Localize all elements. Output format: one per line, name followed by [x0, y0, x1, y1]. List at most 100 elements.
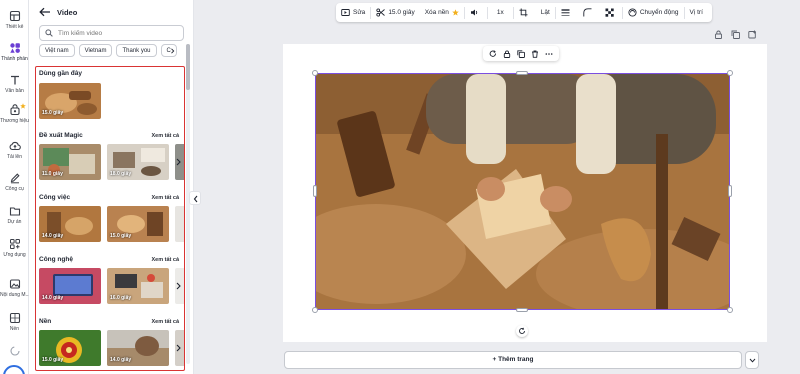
left-rail: Thiết kế Thành phần Văn bản Thương hiệu … — [0, 0, 29, 374]
see-all-link[interactable]: Xem tất cả — [151, 133, 179, 139]
premium-star-icon — [452, 9, 459, 16]
rail-label: Thương hiệu — [0, 118, 29, 124]
selected-video-element[interactable] — [315, 73, 730, 310]
duplicate-icon[interactable] — [517, 49, 525, 58]
suggestion-chips: Việt nam Vietnam Thank you C — [39, 44, 184, 58]
rail-label: Nội dung M... — [0, 292, 29, 298]
scrollbar-thumb[interactable] — [186, 44, 190, 90]
add-page-options-button[interactable] — [745, 351, 759, 369]
see-all-link[interactable]: Xem tất cả — [151, 319, 179, 325]
rail-item-more[interactable] — [0, 345, 29, 357]
video-thumb[interactable]: 11.0 giây — [39, 144, 101, 180]
resize-handle[interactable] — [312, 70, 318, 76]
duration-label: 14.0 giây — [110, 357, 132, 363]
video-toolbar: Sửa 15.0 giây Xóa nền 1x Lật Chuyển động… — [336, 3, 712, 22]
rail-item-uploads[interactable]: Tải lên — [0, 140, 29, 160]
video-thumb[interactable]: 15.0 giây — [39, 330, 101, 366]
resize-handle[interactable] — [728, 185, 732, 197]
rail-item-apps[interactable]: Ứng dụng — [0, 238, 29, 258]
more-options-icon[interactable] — [545, 50, 553, 58]
edit-video-button[interactable]: Sửa — [336, 3, 370, 22]
volume-icon — [470, 9, 478, 16]
chevron-down-icon — [749, 358, 756, 363]
resize-handle[interactable] — [516, 308, 528, 312]
video-thumb[interactable]: 15.0 giây — [39, 83, 101, 119]
element-context-menu — [483, 46, 559, 61]
video-results: Dùng gần đây 15.0 giây Đề xuất Magic Xem… — [35, 66, 185, 371]
section-title: Công việc — [39, 194, 71, 201]
lock-icon[interactable] — [503, 50, 511, 58]
panel-header: Video — [39, 7, 77, 17]
add-page-icon[interactable] — [748, 30, 757, 39]
lock-icon[interactable] — [714, 30, 723, 39]
border-style-button[interactable] — [556, 3, 578, 22]
search-icon — [45, 29, 53, 37]
rail-item-photos[interactable]: Nội dung M... — [0, 278, 29, 298]
chip-vietnam[interactable]: Vietnam — [78, 44, 113, 57]
transparency-icon — [605, 8, 614, 17]
duplicate-icon[interactable] — [731, 30, 740, 39]
chevron-right-icon[interactable] — [175, 282, 182, 290]
see-all-link[interactable]: Xem tất cả — [151, 195, 179, 201]
video-thumb[interactable]: 14.0 giây — [107, 330, 169, 366]
crop-button[interactable] — [514, 3, 536, 22]
chip-thank-you[interactable]: Thank you — [116, 44, 157, 57]
transparency-button[interactable] — [600, 3, 622, 22]
resize-handle[interactable] — [313, 185, 317, 197]
search-box[interactable] — [39, 25, 184, 41]
trash-icon[interactable] — [531, 50, 539, 58]
add-page-button[interactable]: + Thêm trang — [284, 351, 742, 369]
scissors-icon — [376, 8, 386, 17]
video-thumb[interactable]: 18.0 giây — [107, 144, 169, 180]
position-button[interactable]: Vị trí — [685, 3, 708, 22]
video-thumb-partial[interactable] — [175, 206, 184, 242]
see-all-link[interactable]: Xem tất cả — [151, 257, 179, 263]
rail-item-design[interactable]: Thiết kế — [0, 10, 29, 30]
resize-handle[interactable] — [727, 70, 733, 76]
search-input[interactable] — [58, 29, 178, 37]
resize-handle[interactable] — [516, 71, 528, 75]
section-title: Nền — [39, 318, 52, 325]
chevron-right-icon[interactable] — [170, 48, 175, 54]
flip-button[interactable]: Lật — [536, 3, 555, 22]
rotate-handle[interactable] — [516, 325, 528, 337]
video-thumb[interactable]: 15.0 giây — [107, 206, 169, 242]
remove-background-button[interactable]: Xóa nền — [420, 3, 464, 22]
rail-item-brand[interactable]: Thương hiệu — [0, 103, 29, 124]
premium-star-icon — [20, 103, 26, 109]
resize-handle[interactable] — [312, 307, 318, 313]
rail-label: Ứng dụng — [3, 252, 26, 258]
video-thumb[interactable]: 16.0 giây — [107, 268, 169, 304]
position-label: Vị trí — [689, 9, 703, 16]
chip-partial[interactable]: C — [160, 44, 177, 57]
rail-item-background[interactable]: Nền — [0, 312, 29, 332]
rail-item-projects[interactable]: Dự án — [0, 205, 29, 225]
rail-item-draw[interactable]: Công cụ — [0, 172, 29, 192]
regenerate-icon[interactable] — [489, 49, 497, 58]
rail-item-elements[interactable]: Thành phần — [0, 42, 29, 62]
chip-viet-nam[interactable]: Việt nam — [39, 44, 75, 57]
corner-rounding-button[interactable] — [578, 3, 600, 22]
resize-handle[interactable] — [727, 307, 733, 313]
volume-button[interactable] — [465, 3, 487, 22]
edit-label: Sửa — [353, 9, 366, 16]
speed-button[interactable]: 1x — [488, 3, 513, 22]
trim-button[interactable]: 15.0 giây — [371, 3, 419, 22]
chevron-right-icon[interactable] — [175, 344, 182, 352]
rail-item-text[interactable]: Văn bản — [0, 74, 29, 94]
video-edit-icon — [341, 9, 350, 16]
video-thumb[interactable]: 14.0 giây — [39, 206, 101, 242]
video-thumb[interactable]: 14.0 giây — [39, 268, 101, 304]
rail-label: Công cụ — [5, 186, 24, 192]
duration-label: 15.0 giây — [110, 233, 132, 239]
rail-label: Nền — [9, 326, 20, 332]
speed-value: 1x — [496, 9, 504, 16]
collapse-panel-button[interactable] — [189, 191, 201, 205]
chevron-right-icon[interactable] — [175, 158, 182, 166]
video-thumbnail-image — [175, 206, 184, 242]
remove-bg-label: Xóa nền — [424, 9, 449, 16]
animate-button[interactable]: Chuyển động — [623, 3, 684, 22]
back-arrow-icon[interactable] — [39, 7, 51, 17]
flip-label: Lật — [540, 9, 550, 16]
avatar[interactable] — [3, 365, 25, 374]
